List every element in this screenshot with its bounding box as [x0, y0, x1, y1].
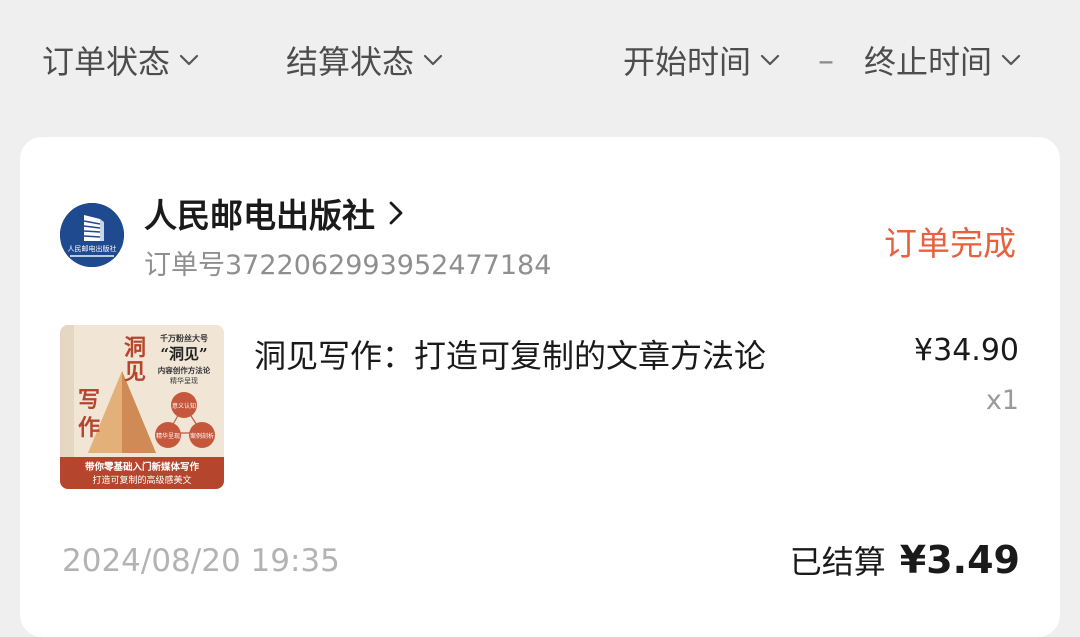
settle-status-filter[interactable]: 结算状态 [286, 38, 444, 82]
end-time-filter[interactable]: 终止时间 [864, 38, 1022, 82]
shop-logo[interactable]: 人民邮电出版社 [60, 203, 124, 267]
order-time: 2024/08/20 19:35 [62, 543, 340, 579]
shop-logo-text: 人民邮电出版社 [68, 244, 117, 253]
cover-title-char: 写 [78, 387, 100, 413]
cover-title-char: 见 [124, 359, 146, 385]
chevron-down-icon [759, 49, 781, 71]
settle-amount: ¥3.49 [899, 538, 1020, 582]
order-number: 订单号3722062993952477184 [144, 250, 552, 281]
cover-banner-line-2: 打造可复制的高级感美文 [92, 474, 191, 486]
cover-subline: 内容创作方法论 [158, 365, 211, 375]
product-title[interactable]: 洞见写作：打造可复制的文章方法论 [254, 331, 766, 377]
cover-banner-line-1: 带你零基础入门新媒体写作 [85, 461, 200, 473]
chevron-down-icon [422, 49, 444, 71]
end-time-filter-label: 终止时间 [864, 43, 993, 81]
start-time-filter-label: 开始时间 [623, 43, 752, 81]
product-price: ¥34.90 [914, 333, 1019, 368]
cover-circle-right: 案例剖析 [190, 432, 214, 440]
order-card[interactable]: 人民邮电出版社 人民邮电出版社 订单号3722062993952477184 订… [20, 137, 1060, 637]
date-range-separator: – [818, 38, 834, 82]
order-status: 订单完成 [884, 224, 1016, 263]
settle-label: 已结算 [789, 543, 886, 581]
product-cover-image[interactable]: 洞 见 写 作 千万粉丝大号 “洞见” 内容创作方法论 精华呈现 意义认知 精华… [60, 325, 224, 489]
separator-text: – [818, 41, 834, 79]
filter-bar: 订单状态 结算状态 开始时间 – 终止时间 [0, 0, 1080, 118]
cover-circle-top: 意义认知 [172, 402, 196, 410]
shop-link[interactable]: 人民邮电出版社 [144, 191, 405, 235]
order-status-filter[interactable]: 订单状态 [42, 38, 200, 82]
cover-subline-2: 精华呈现 [170, 376, 198, 385]
order-status-filter-label: 订单状态 [42, 43, 171, 81]
chevron-down-icon [1000, 49, 1022, 71]
cover-top-note: 千万粉丝大号 [160, 333, 208, 343]
chevron-right-icon [387, 199, 405, 227]
product-quantity: x1 [985, 385, 1019, 416]
cover-headline: “洞见” [160, 345, 207, 363]
cover-title-char: 洞 [124, 335, 146, 361]
shop-name: 人民邮电出版社 [144, 196, 375, 235]
settle-status-filter-label: 结算状态 [286, 43, 415, 81]
cover-circle-left: 精华呈现 [156, 432, 180, 440]
start-time-filter[interactable]: 开始时间 [623, 38, 781, 82]
cover-title-char: 作 [78, 415, 100, 441]
chevron-down-icon [178, 49, 200, 71]
settlement-info: 已结算 ¥3.49 [790, 537, 1020, 583]
